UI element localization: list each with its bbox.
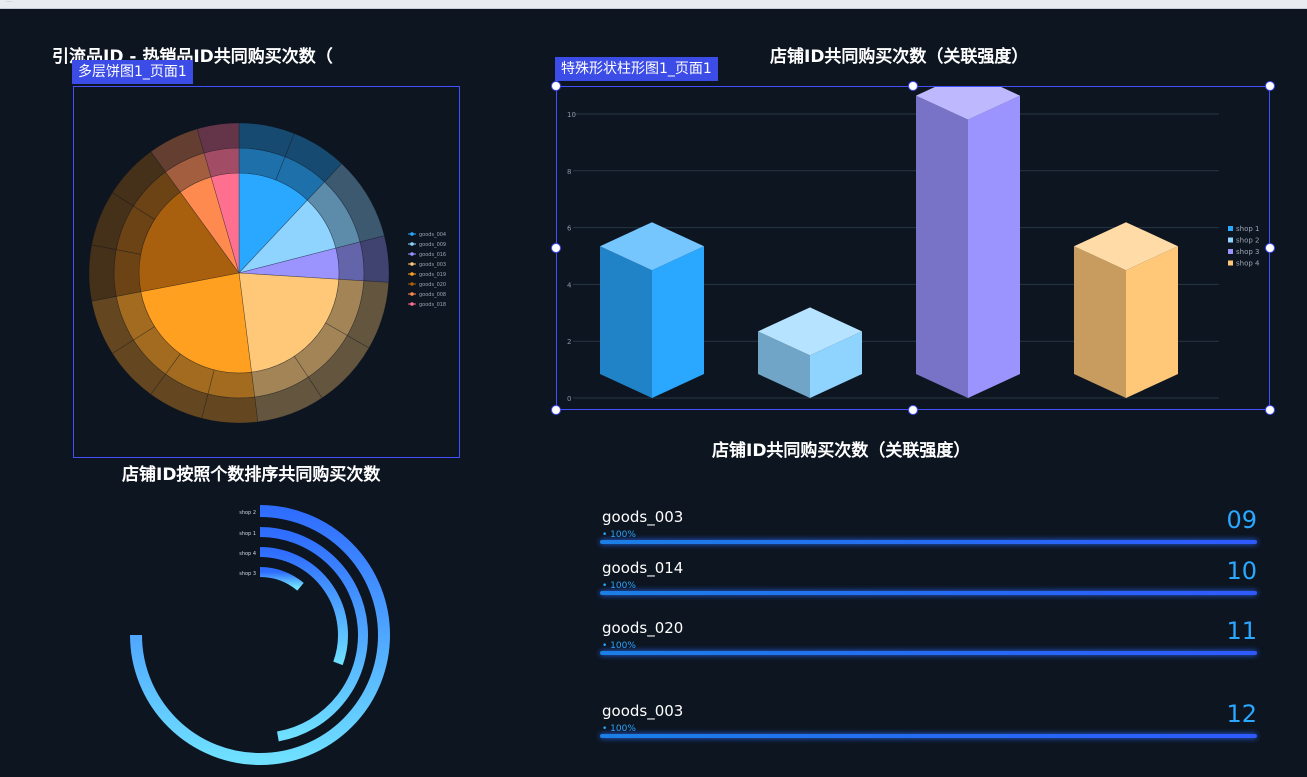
- bar-left-face: [1074, 246, 1126, 398]
- pie-slice: [113, 249, 142, 297]
- radial-bar-label: shop 3: [239, 571, 256, 577]
- kpi-value: 12: [1226, 700, 1257, 728]
- kpi-percent: • 100%: [602, 581, 636, 591]
- legend-swatch: [1228, 237, 1233, 243]
- bar-chart-component-tag[interactable]: 特殊形状柱形图1_页面1: [555, 57, 718, 81]
- pie-slice: [207, 369, 256, 399]
- legend-swatch: [1228, 260, 1233, 266]
- legend-label: shop 1: [1236, 225, 1260, 233]
- kpi-progress-bar: [600, 651, 1257, 655]
- y-tick-label: 8: [567, 168, 571, 176]
- radial-bar-label: shop 1: [239, 531, 256, 537]
- kpi-label: goods_003: [602, 702, 684, 720]
- legend-swatch: [1228, 249, 1233, 254]
- radial-bar-label: shop 4: [239, 551, 256, 557]
- legend-label: goods_020: [419, 282, 446, 288]
- kpi-value: 10: [1226, 557, 1257, 585]
- kpi-label: goods_014: [602, 559, 684, 577]
- kpi-progress-bar: [600, 540, 1257, 544]
- legend-label: goods_016: [419, 252, 446, 258]
- legend-label: goods_008: [419, 292, 446, 298]
- legend-label: shop 2: [1236, 237, 1260, 245]
- y-tick-label: 4: [567, 281, 572, 289]
- kpi-row: goods_014 • 100% 10: [600, 557, 1257, 609]
- bar-left-face: [600, 246, 652, 398]
- y-tick-label: 2: [567, 338, 571, 346]
- y-tick-label: 10: [567, 111, 576, 119]
- legend-label: shop 4: [1236, 260, 1260, 268]
- pie-slice: [201, 393, 259, 424]
- radial-chart-title: 店铺ID按照个数排序共同购买次数: [122, 465, 381, 485]
- legend-label: goods_019: [419, 272, 446, 278]
- radial-bar: [259, 567, 304, 591]
- kpi-value: 09: [1226, 506, 1257, 534]
- radial-bar-label: shop 2: [239, 510, 256, 516]
- legend-label: goods_003: [419, 262, 446, 268]
- kpi-row: goods_020 • 100% 11: [600, 617, 1257, 669]
- bar-right-face: [652, 246, 704, 398]
- radial-bar-chart[interactable]: shop 2 shop 1 shop 4 shop 3: [120, 500, 420, 777]
- legend-label: goods_018: [419, 302, 446, 308]
- kpi-label: goods_020: [602, 619, 684, 637]
- window-titlebar: ···: [0, 0, 1307, 9]
- pie-slice: [88, 244, 117, 302]
- legend-label: goods_004: [419, 232, 446, 238]
- legend-label: goods_009: [419, 242, 446, 248]
- kpi-row: goods_003 • 100% 12: [600, 700, 1257, 752]
- kpi-percent: • 100%: [602, 641, 636, 651]
- bar-chart-title: 店铺ID共同购买次数（关联强度）: [770, 47, 1029, 67]
- bar-right-face: [968, 95, 1020, 399]
- y-tick-label: 0: [567, 395, 571, 403]
- window-title: ···: [6, 0, 12, 6]
- pie-slice: [335, 241, 365, 282]
- kpi-percent: • 100%: [602, 724, 636, 734]
- legend-swatch: [1228, 226, 1233, 231]
- kpi-row: goods_003 • 100% 09: [600, 506, 1257, 558]
- kpi-percent: • 100%: [602, 530, 636, 540]
- multi-layer-pie-chart[interactable]: goods_004 goods_009 goods_016 goods_003good…: [74, 87, 459, 457]
- bar-right-face: [1126, 246, 1178, 398]
- kpi-progress-bar: [600, 591, 1257, 595]
- 3d-bar-chart[interactable]: 0 2 4 6 8 10 shop 1 shop 2 shop 3 shop 4: [557, 87, 1269, 409]
- kpi-label: goods_003: [602, 508, 684, 526]
- legend-label: shop 3: [1236, 248, 1260, 256]
- pie-slice: [359, 235, 390, 283]
- pie-chart-component-tag[interactable]: 多层饼图1_页面1: [72, 60, 193, 84]
- bar-left-face: [916, 95, 968, 399]
- y-tick-label: 6: [567, 225, 572, 233]
- kpi-value: 11: [1226, 617, 1257, 645]
- kpi-progress-bar: [600, 734, 1257, 738]
- kpi-list-title: 店铺ID共同购买次数（关联强度）: [712, 441, 971, 461]
